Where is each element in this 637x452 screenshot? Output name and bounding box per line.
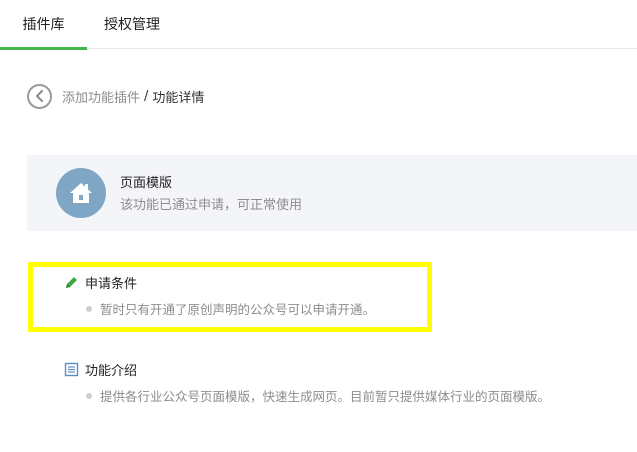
- tab-authorization-management[interactable]: 授权管理: [92, 0, 172, 48]
- home-icon: [56, 168, 106, 218]
- conditions-title: 申请条件: [85, 277, 138, 292]
- conditions-item: 暂时只有开通了原创声明的公众号可以申请开通。: [86, 299, 375, 318]
- document-icon: [64, 362, 79, 377]
- breadcrumb: 添加功能插件 / 功能详情: [27, 83, 204, 109]
- feature-status: 该功能已通过申请，可正常使用: [120, 198, 303, 213]
- tab-bar: 插件库 授权管理: [0, 0, 637, 50]
- breadcrumb-separator: /: [144, 88, 149, 104]
- feature-name: 页面模版: [120, 176, 173, 191]
- conditions-heading: 申请条件: [64, 273, 137, 292]
- intro-text: 提供各行业公众号页面模版，快速生成网页。目前暂只提供媒体行业的页面模版。: [100, 389, 551, 404]
- feature-card: 页面模版 该功能已通过申请，可正常使用: [27, 155, 637, 231]
- bullet-dot: [86, 392, 92, 399]
- back-arrow-icon[interactable]: [27, 83, 52, 109]
- tab-plugin-library[interactable]: 插件库: [0, 0, 87, 50]
- pen-icon: [64, 275, 79, 290]
- intro-item: 提供各行业公众号页面模版，快速生成网页。目前暂只提供媒体行业的页面模版。: [86, 386, 550, 405]
- bullet-dot: [86, 305, 92, 312]
- intro-title: 功能介绍: [85, 364, 138, 379]
- conditions-text: 暂时只有开通了原创声明的公众号可以申请开通。: [100, 302, 376, 317]
- breadcrumb-parent-link[interactable]: 添加功能插件: [62, 87, 140, 106]
- intro-heading: 功能介绍: [64, 360, 137, 379]
- breadcrumb-current: 功能详情: [152, 90, 205, 106]
